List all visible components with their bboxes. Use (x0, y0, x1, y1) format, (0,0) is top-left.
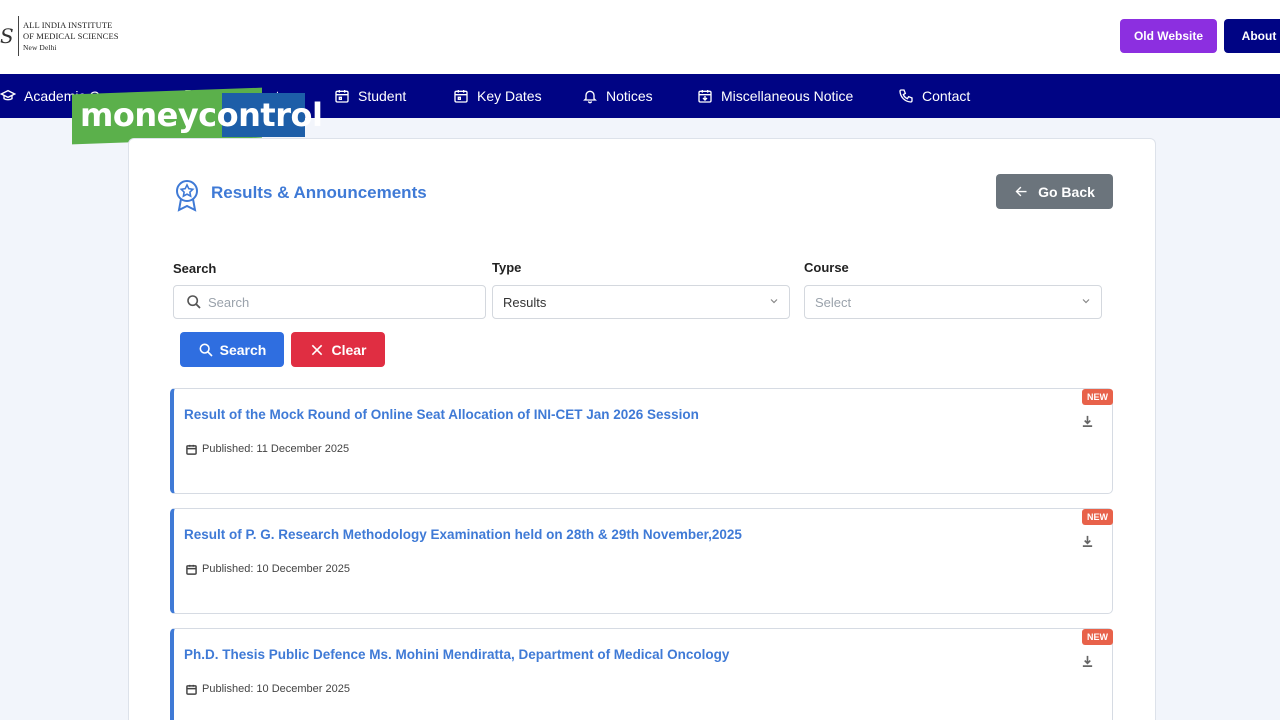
award-ribbon-icon (176, 180, 198, 212)
search-icon (187, 295, 201, 309)
clear-button-label: Clear (331, 341, 367, 358)
nav-label: Miscellaneous Notice (721, 88, 854, 104)
search-button-label: Search (219, 341, 267, 358)
nav-label: Contact (922, 88, 971, 104)
logo-text: ALL INDIA INSTITUTE OF MEDICAL SCIENCES … (23, 20, 119, 53)
published-date: Published: 11 December 2025 (202, 443, 350, 455)
calendar-icon (186, 684, 197, 695)
result-title[interactable]: Ph.D. Thesis Public Defence Ms. Mohini M… (184, 647, 729, 662)
result-date: Published: 11 December 2025 (186, 443, 349, 455)
published-date: Published: 10 December 2025 (202, 683, 350, 695)
result-date: Published: 10 December 2025 (186, 683, 350, 695)
logo-line-1: ALL INDIA INSTITUTE (23, 19, 113, 30)
new-badge: NEW (1082, 509, 1113, 525)
moneycontrol-watermark: moneycontrol (72, 87, 323, 145)
search-input[interactable]: Search (173, 285, 486, 319)
result-item[interactable]: Result of the Mock Round of Online Seat … (170, 388, 1113, 494)
calendar-download-icon (698, 90, 712, 103)
download-icon[interactable] (1081, 415, 1094, 428)
calendar-icon (335, 90, 349, 103)
watermark-text: moneycontrol (80, 96, 323, 134)
new-badge: NEW (1082, 389, 1113, 405)
download-icon[interactable] (1081, 655, 1094, 668)
clear-button[interactable]: Clear (291, 332, 385, 367)
nav-label: Notices (606, 88, 653, 104)
result-title[interactable]: Result of P. G. Research Methodology Exa… (184, 527, 742, 542)
logo-line-3: New Delhi (23, 42, 57, 52)
type-select[interactable]: Results (492, 285, 790, 319)
top-header: S ALL INDIA INSTITUTE OF MEDICAL SCIENCE… (0, 0, 1280, 74)
calendar-icon (186, 564, 197, 575)
aiims-logo[interactable]: S ALL INDIA INSTITUTE OF MEDICAL SCIENCE… (0, 14, 119, 58)
calendar-icon (186, 444, 197, 455)
search-icon (199, 343, 213, 357)
logo-emblem-icon: S (0, 24, 14, 48)
bell-icon (583, 90, 597, 104)
search-label: Search (173, 261, 217, 276)
course-select[interactable]: Select (804, 285, 1102, 319)
about-button[interactable]: About (1224, 19, 1280, 53)
nav-item-contact[interactable]: Contact (898, 74, 970, 118)
type-label: Type (492, 260, 522, 275)
go-back-button[interactable]: Go Back (996, 174, 1113, 209)
logo-divider (18, 16, 19, 56)
download-icon[interactable] (1081, 535, 1094, 548)
published-date: Published: 10 December 2025 (202, 563, 350, 575)
graduation-cap-icon (0, 89, 16, 101)
calendar-icon (454, 90, 468, 103)
search-placeholder: Search (208, 294, 250, 310)
result-item[interactable]: Result of P. G. Research Methodology Exa… (170, 508, 1113, 614)
result-date: Published: 10 December 2025 (186, 563, 350, 575)
chevron-down-icon (1082, 299, 1090, 304)
course-placeholder: Select (815, 294, 852, 310)
logo-line-2: OF MEDICAL SCIENCES (23, 30, 119, 41)
nav-label: Student (358, 88, 407, 104)
phone-icon (899, 89, 913, 103)
type-selected-value: Results (503, 294, 547, 310)
nav-label: Key Dates (477, 88, 542, 104)
nav-item-key-dates[interactable]: Key Dates (453, 74, 542, 118)
new-badge: NEW (1082, 629, 1113, 645)
arrow-left-icon (1015, 186, 1027, 197)
go-back-label: Go Back (1038, 183, 1095, 200)
page-title: Results & Announcements (211, 183, 427, 202)
course-label: Course (804, 260, 849, 275)
nav-item-notices[interactable]: Notices (582, 74, 653, 118)
nav-item-student[interactable]: Student (334, 74, 406, 118)
search-button[interactable]: Search (180, 332, 284, 367)
result-title[interactable]: Result of the Mock Round of Online Seat … (184, 407, 699, 422)
chevron-down-icon (770, 299, 778, 304)
result-item[interactable]: Ph.D. Thesis Public Defence Ms. Mohini M… (170, 628, 1113, 720)
close-icon (312, 344, 323, 355)
old-website-button[interactable]: Old Website (1120, 19, 1217, 53)
nav-item-miscellaneous-notice[interactable]: Miscellaneous Notice (697, 74, 853, 118)
